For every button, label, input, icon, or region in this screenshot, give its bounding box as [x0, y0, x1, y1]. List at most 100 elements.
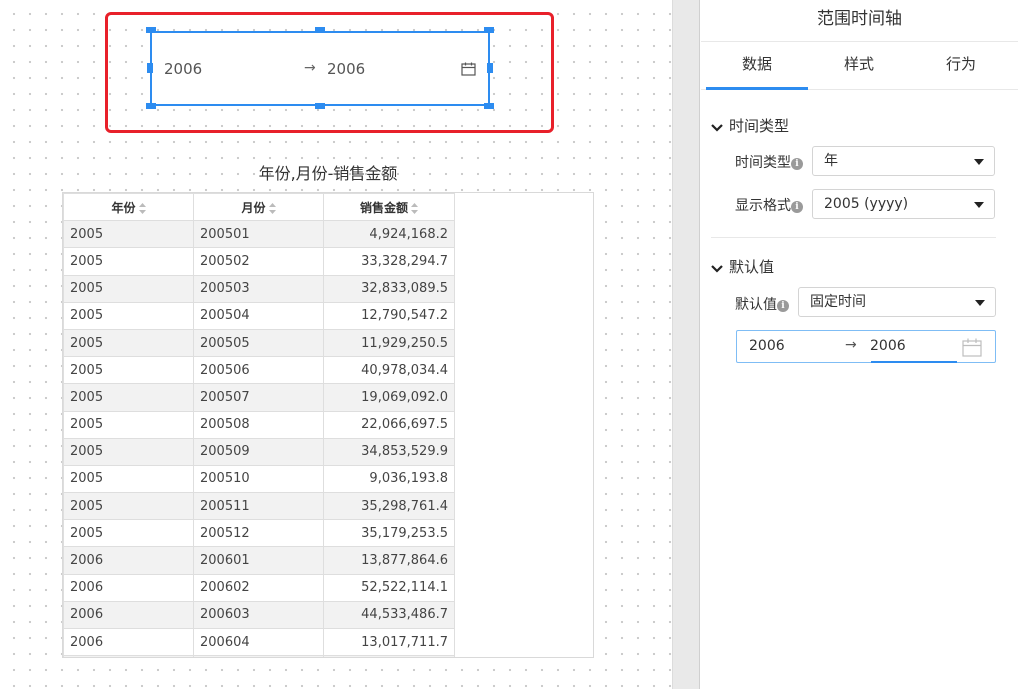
- section-time-type-header[interactable]: 时间类型: [711, 115, 789, 136]
- cell-sales-amount: 13,017,711.7: [323, 627, 455, 657]
- cell-sales-amount: 13,877,864.6: [323, 546, 455, 575]
- table-row[interactable]: 2005 200502 33,328,294.7: [63, 247, 455, 276]
- column-header-label: 销售金额: [359, 200, 408, 215]
- cell-sales-amount: 12,790,547.2: [323, 301, 455, 330]
- column-header-sales-amount[interactable]: 销售金额: [323, 193, 455, 222]
- table-row[interactable]: 2005 200506 40,978,034.4: [63, 356, 455, 385]
- resize-handle-top-center[interactable]: [315, 27, 325, 33]
- timeline-end-value: 2006: [327, 60, 366, 78]
- table-row[interactable]: 2005 200510 9,036,193.8: [63, 464, 455, 494]
- sort-icon[interactable]: [138, 202, 146, 214]
- cell-year: 2005: [63, 464, 194, 494]
- field-label-text: 默认值: [735, 297, 777, 313]
- table-row[interactable]: 2006 200603 44,533,486.7: [63, 600, 455, 630]
- cell-year: 2005: [63, 247, 194, 276]
- range-start-input[interactable]: 2006: [749, 338, 785, 354]
- cell-year: 2005: [63, 220, 194, 249]
- section-heading: 时间类型: [729, 117, 790, 135]
- cell-year: 2005: [63, 383, 194, 412]
- tab-style[interactable]: 样式: [808, 42, 910, 90]
- cell-year: 2005: [63, 437, 194, 466]
- table-row[interactable]: 2005 200512 35,179,253.5: [63, 519, 455, 548]
- cell-year: 2005: [63, 301, 194, 330]
- cell-sales-amount: 22,066,697.5: [323, 410, 455, 439]
- timeline-separator-arrow: →: [304, 60, 316, 76]
- section-heading: 默认值: [729, 258, 775, 276]
- cell-sales-amount: 35,179,253.5: [323, 519, 455, 548]
- resize-handle-middle-right[interactable]: [487, 63, 493, 73]
- cell-month: 200511: [193, 492, 324, 521]
- design-canvas[interactable]: 2006 → 2006 年份,月份-销售金额 年份 月份 销售金额 2005 2…: [0, 0, 672, 689]
- info-icon[interactable]: i: [777, 300, 789, 312]
- table-row[interactable]: [63, 655, 455, 657]
- table-row[interactable]: 2006 200601 13,877,864.6: [63, 546, 455, 575]
- sort-icon[interactable]: [268, 202, 276, 214]
- table-row[interactable]: 2005 200505 11,929,250.5: [63, 328, 455, 358]
- field-label-text: 显示格式: [735, 198, 791, 214]
- cell-sales-amount: 19,069,092.0: [323, 383, 455, 412]
- cell-sales-amount: 33,328,294.7: [323, 247, 455, 276]
- cell-sales-amount: 32,833,089.5: [323, 274, 455, 303]
- chevron-down-icon: [711, 259, 723, 277]
- resize-handle-bottom-center[interactable]: [315, 103, 325, 109]
- table-row[interactable]: 2005 200504 12,790,547.2: [63, 301, 455, 330]
- cell-sales-amount: 9,036,193.8: [323, 464, 455, 494]
- cell-sales-amount: 4,924,168.2: [323, 220, 455, 249]
- info-icon[interactable]: i: [791, 201, 803, 213]
- cell-month: 200509: [193, 437, 324, 466]
- resize-handle-top-right[interactable]: [484, 27, 494, 33]
- table-row[interactable]: 2005 200508 22,066,697.5: [63, 410, 455, 439]
- info-icon[interactable]: i: [791, 158, 803, 170]
- chevron-down-icon: [711, 118, 723, 136]
- display-format-label: 显示格式 i: [735, 195, 803, 215]
- select-value: 2005 (yyyy): [824, 196, 909, 212]
- display-format-select[interactable]: 2005 (yyyy): [812, 189, 995, 219]
- properties-panel: 范围时间轴 数据 样式 行为 时间类型 时间类型 i 年 显示格式 i 2005 (…: [701, 0, 1018, 689]
- cell-sales-amount: 34,853,529.9: [323, 437, 455, 466]
- range-end-input[interactable]: 2006: [870, 338, 906, 354]
- cell-year: 2006: [63, 627, 194, 657]
- table-row[interactable]: 2005 200507 19,069,092.0: [63, 383, 455, 412]
- panel-title: 范围时间轴: [701, 0, 1018, 42]
- section-default-header[interactable]: 默认值: [711, 256, 774, 277]
- default-value-label: 默认值 i: [735, 294, 789, 314]
- tab-data[interactable]: 数据: [706, 42, 808, 90]
- range-timeline-widget[interactable]: 2006 → 2006: [150, 31, 490, 106]
- cell-year: 2006: [63, 546, 194, 575]
- cell-month: 200510: [193, 464, 324, 494]
- select-value: 固定时间: [810, 294, 866, 310]
- cell-month: 200504: [193, 301, 324, 330]
- table-row[interactable]: 2006 200602 52,522,114.1: [63, 573, 455, 602]
- column-header-month[interactable]: 月份: [193, 193, 324, 222]
- caret-down-icon: [974, 202, 984, 208]
- tab-behavior[interactable]: 行为: [910, 42, 1012, 90]
- column-header-year[interactable]: 年份: [63, 193, 194, 222]
- default-range-picker[interactable]: 2006 → 2006: [736, 330, 996, 363]
- resize-handle-bottom-right[interactable]: [484, 103, 494, 109]
- table-row[interactable]: 2005 200503 32,833,089.5: [63, 274, 455, 303]
- column-header-label: 年份: [111, 200, 136, 215]
- cell-sales-amount: 35,298,761.4: [323, 492, 455, 521]
- table-row[interactable]: 2005 200509 34,853,529.9: [63, 437, 455, 466]
- timeline-start-value: 2006: [164, 60, 203, 78]
- default-value-select[interactable]: 固定时间: [798, 287, 996, 317]
- table-header-row: 年份 月份 销售金额: [63, 193, 455, 222]
- panel-splitter[interactable]: [672, 0, 700, 689]
- resize-handle-middle-left[interactable]: [147, 63, 153, 73]
- resize-handle-bottom-left[interactable]: [146, 103, 156, 109]
- sort-icon[interactable]: [411, 202, 418, 214]
- cell-month: 200506: [193, 356, 324, 385]
- cell-year: 2005: [63, 519, 194, 548]
- resize-handle-top-left[interactable]: [146, 27, 156, 33]
- calendar-icon[interactable]: [461, 62, 476, 76]
- time-type-select[interactable]: 年: [812, 146, 995, 176]
- table-row[interactable]: 2005 200511 35,298,761.4: [63, 492, 455, 521]
- table-row[interactable]: 2005 200501 4,924,168.2: [63, 220, 455, 249]
- calendar-icon[interactable]: [962, 338, 982, 357]
- range-separator-arrow: →: [845, 337, 857, 353]
- caret-down-icon: [975, 300, 985, 306]
- cell-year: 2005: [63, 410, 194, 439]
- data-table-widget[interactable]: 年份 月份 销售金额 2005 200501 4,924,168.2 2005 2005…: [62, 192, 594, 658]
- cell-sales-amount: 52,522,114.1: [323, 573, 455, 602]
- table-row[interactable]: 2006 200604 13,017,711.7: [63, 627, 455, 657]
